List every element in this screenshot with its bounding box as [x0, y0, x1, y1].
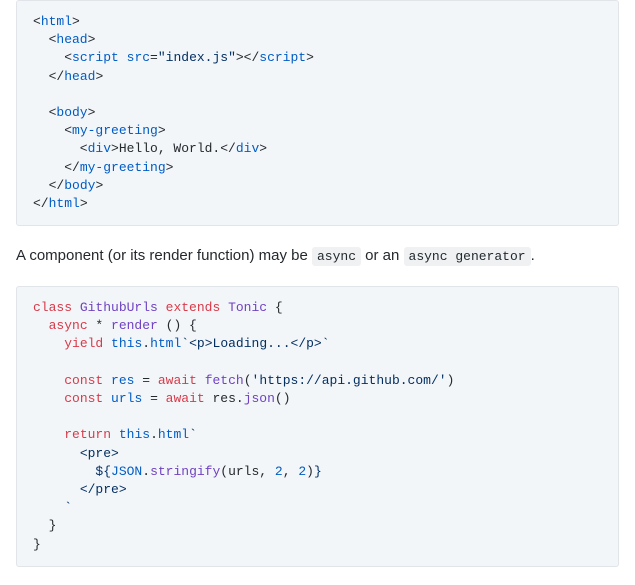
code-line: </my-greeting>: [33, 160, 173, 175]
code-line: </html>: [33, 196, 88, 211]
code-line: `: [33, 500, 72, 515]
text: A component (or its render function) may…: [16, 247, 312, 264]
inline-code: async generator: [404, 247, 531, 266]
code-line: const urls = await res.json(): [33, 391, 291, 406]
code-line: async * render () {: [33, 318, 197, 333]
code-line: <my-greeting>: [33, 123, 166, 138]
code-line: return this.html`: [33, 427, 197, 442]
code-line: </pre>: [33, 482, 127, 497]
code-line: <head>: [33, 32, 95, 47]
text: .: [531, 247, 535, 264]
code-line: <html>: [33, 14, 80, 29]
code-line: </body>: [33, 178, 103, 193]
code-line: }: [33, 518, 56, 533]
code-line: yield this.html`<p>Loading...</p>`: [33, 336, 330, 351]
code-line: <script src="index.js"></script>: [33, 50, 314, 65]
inline-code: async: [312, 247, 361, 266]
code-line: class GithubUrls extends Tonic {: [33, 300, 283, 315]
paragraph: A component (or its render function) may…: [16, 244, 619, 268]
code-line: const res = await fetch('https://api.git…: [33, 373, 454, 388]
code-line: </head>: [33, 69, 103, 84]
code-block-html: <html> <head> <script src="index.js"></s…: [16, 0, 619, 226]
code-line: <body>: [33, 105, 95, 120]
code-block-js: class GithubUrls extends Tonic { async *…: [16, 286, 619, 567]
code-line: }: [33, 537, 41, 552]
code-line: <div>Hello, World.</div>: [33, 141, 267, 156]
text: or an: [361, 247, 404, 264]
code-line: ${JSON.stringify(urls, 2, 2)}: [33, 464, 322, 479]
code-line: <pre>: [33, 446, 119, 461]
